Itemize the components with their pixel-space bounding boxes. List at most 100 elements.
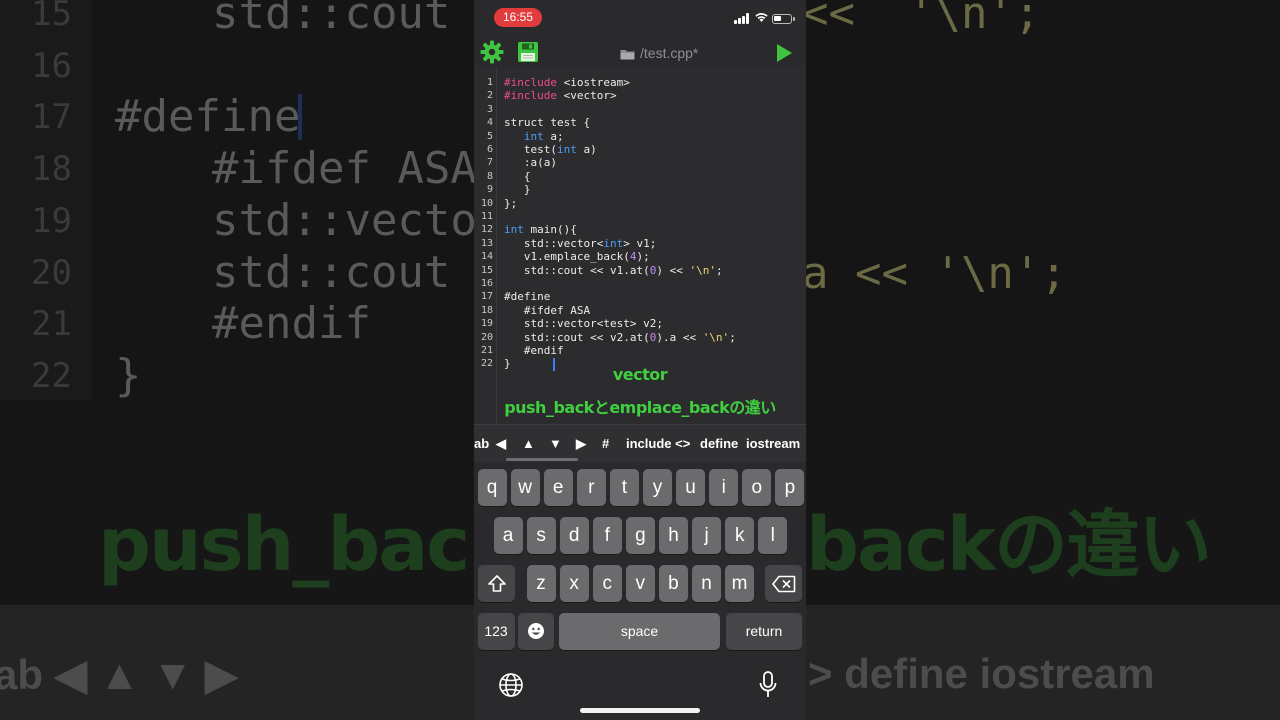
key-m[interactable]: m (725, 565, 755, 602)
video-caption-subtitle: push_backとemplace_backの違い (504, 398, 776, 417)
code-line[interactable]: std::cout << v2.at(0).a << '\n'; (504, 331, 736, 344)
accessory-hash-button[interactable]: # (602, 436, 609, 451)
line-number: 7 (486, 157, 493, 169)
accessory-scroll-indicator (506, 458, 578, 461)
play-icon[interactable] (777, 44, 792, 62)
accessory-right-arrow[interactable]: ▶ (576, 436, 586, 452)
line-number: 8 (486, 170, 493, 182)
microphone-icon[interactable] (758, 671, 778, 699)
background-line-number: 20 (31, 252, 72, 293)
key-c[interactable]: c (592, 565, 622, 602)
code-line[interactable]: int a; (504, 130, 564, 143)
home-indicator[interactable] (580, 708, 700, 713)
key-s[interactable]: s (526, 517, 556, 554)
code-line[interactable]: struct test { (504, 116, 590, 129)
key-l[interactable]: l (758, 517, 788, 554)
line-number: 1 (486, 77, 493, 88)
code-line[interactable]: std::cout << v1.at(0) << '\n'; (504, 264, 723, 277)
globe-icon[interactable] (498, 672, 524, 698)
code-line[interactable]: std::vector<test> v2; (504, 317, 663, 330)
code-token: struct test { (504, 116, 591, 130)
code-line[interactable]: :a(a) (504, 156, 557, 169)
key-r[interactable]: r (576, 469, 606, 506)
status-time[interactable]: 16:55 (494, 8, 542, 27)
background-caption-right: backの違い (806, 502, 1212, 588)
code-line[interactable]: #include <iostream> (504, 76, 630, 89)
background-caret (298, 94, 302, 140)
background-line-number: 16 (31, 45, 72, 86)
floppy-icon[interactable] (517, 41, 539, 63)
background-code-line: std::cout (212, 0, 451, 39)
accessory-iostream-button[interactable]: iostream (746, 436, 800, 451)
accessory-tab-button[interactable]: ab (474, 436, 489, 451)
key-g[interactable]: g (625, 517, 655, 554)
key-d[interactable]: d (559, 517, 589, 554)
code-line[interactable]: #ifdef ASA (504, 304, 590, 317)
numbers-key[interactable]: 123 (477, 613, 515, 650)
shift-icon (487, 575, 506, 592)
emoji-key[interactable] (518, 613, 554, 650)
key-w[interactable]: w (510, 469, 540, 506)
code-token: ) << (656, 263, 690, 277)
code-line[interactable]: }; (504, 197, 517, 210)
code-line[interactable]: test(int a) (504, 143, 597, 156)
code-line[interactable]: int main(){ (504, 223, 577, 236)
space-key[interactable]: space (559, 613, 720, 650)
background-code-line: #define (115, 91, 301, 143)
gear-icon[interactable] (480, 40, 504, 64)
code-token: a; (543, 129, 564, 143)
background-code-fragment-mid: a << '\n'; (802, 248, 1067, 299)
accessory-left-arrow[interactable]: ◀ (496, 436, 506, 452)
code-line[interactable]: #include <vector> (504, 89, 617, 102)
code-line[interactable]: std::vector<int> v1; (504, 237, 656, 250)
key-u[interactable]: u (676, 469, 706, 506)
key-v[interactable]: v (625, 565, 655, 602)
key-b[interactable]: b (658, 565, 688, 602)
background-toolbar-right: > define iostream (808, 650, 1155, 697)
delete-icon (771, 575, 795, 593)
code-line[interactable]: } (504, 183, 531, 196)
shift-key[interactable] (478, 565, 515, 602)
key-x[interactable]: x (559, 565, 589, 602)
key-p[interactable]: p (775, 469, 805, 506)
code-token: <iostream> (556, 76, 630, 89)
accessory-up-arrow[interactable]: ▲ (522, 436, 535, 451)
line-number: 17 (480, 291, 493, 303)
key-j[interactable]: j (692, 517, 722, 554)
key-q[interactable]: q (477, 469, 507, 506)
emoji-icon (528, 623, 544, 639)
code-token: main(){ (523, 223, 577, 237)
background-line-number: 19 (31, 200, 72, 241)
code-line[interactable]: { (504, 170, 531, 183)
code-line[interactable]: #define (504, 290, 550, 303)
file-title[interactable]: /test.cpp* (619, 45, 698, 61)
background-line-number: 17 (31, 97, 72, 138)
background-line-number: 21 (31, 304, 72, 345)
key-n[interactable]: n (692, 565, 721, 602)
accessory-down-arrow[interactable]: ▼ (549, 436, 562, 451)
key-y[interactable]: y (643, 469, 672, 506)
return-key[interactable]: return (726, 613, 802, 650)
accessory-include-button[interactable]: include <> (626, 436, 690, 451)
line-number: 20 (480, 331, 493, 343)
accessory-define-button[interactable]: define (700, 436, 738, 451)
key-h[interactable]: h (659, 517, 688, 554)
code-line[interactable]: #endif (504, 344, 564, 357)
key-e[interactable]: e (543, 469, 573, 506)
line-number: 10 (480, 197, 493, 209)
code-line[interactable]: v1.emplace_back(4); (504, 250, 650, 263)
line-number: 12 (480, 224, 493, 236)
delete-key[interactable] (765, 565, 802, 602)
line-number: 21 (480, 345, 493, 356)
key-i[interactable]: i (709, 469, 739, 506)
key-z[interactable]: z (526, 565, 556, 602)
code-token: int (603, 236, 624, 250)
key-f[interactable]: f (592, 517, 622, 554)
key-a[interactable]: a (493, 517, 523, 554)
key-k[interactable]: k (725, 517, 755, 554)
key-t[interactable]: t (609, 469, 639, 506)
key-o[interactable]: o (742, 469, 772, 506)
code-token: <vector> (556, 89, 617, 103)
phone-screen: 16:55 /test.cpp* 1 2 3 4 5 6 7 8 9 10 11… (474, 0, 806, 720)
line-number: 18 (480, 304, 493, 316)
